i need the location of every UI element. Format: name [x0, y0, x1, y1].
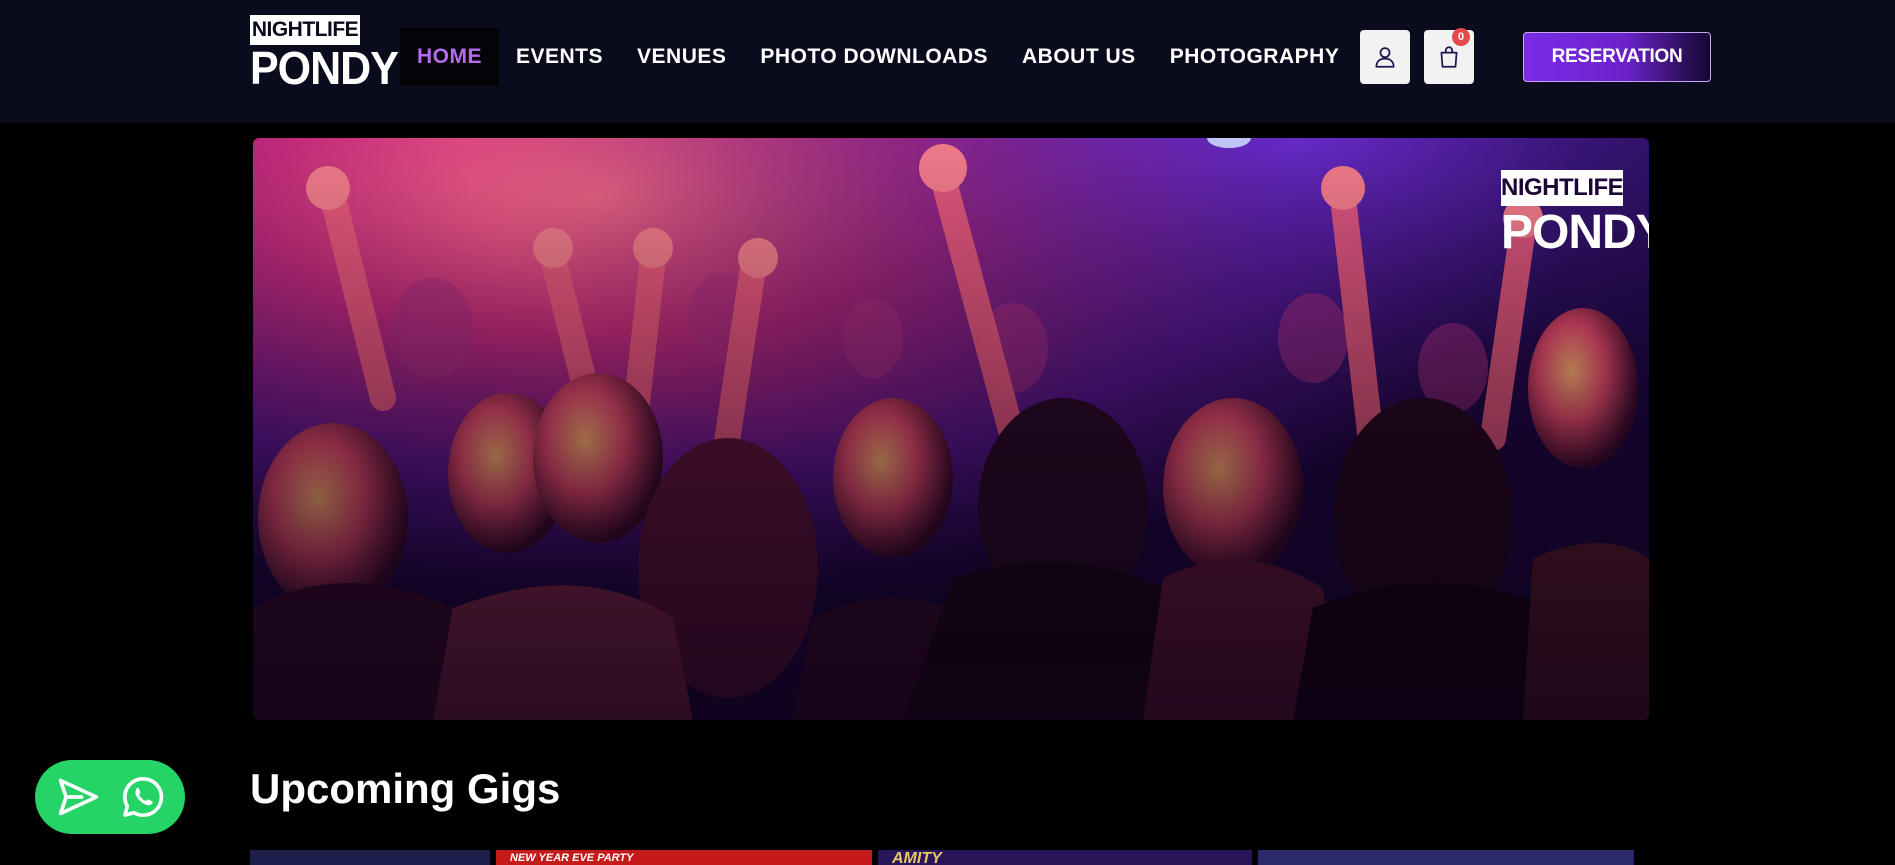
- site-header: NIGHTLIFE PONDY HOME EVENTS VENUES PHOTO…: [0, 0, 1895, 123]
- reservation-button[interactable]: RESERVATION: [1523, 32, 1711, 82]
- logo-bottom-text: PONDY: [250, 43, 399, 95]
- gig-card[interactable]: NEW YEAR EVE PARTY: [496, 850, 872, 865]
- nav-home[interactable]: HOME: [400, 28, 499, 86]
- hero-watermark-logo: NIGHTLIFE PONDY: [1501, 170, 1649, 260]
- gig-card-text: AMITY: [892, 850, 942, 865]
- hero-banner: NIGHTLIFE PONDY: [253, 138, 1649, 720]
- send-button[interactable]: [53, 772, 103, 822]
- upcoming-gigs-strip: NEW YEAR EVE PARTY AMITY: [250, 850, 1640, 865]
- whatsapp-icon: [122, 776, 163, 818]
- site-logo[interactable]: NIGHTLIFE PONDY: [250, 15, 399, 99]
- cart-count-badge: 0: [1452, 28, 1470, 46]
- cart-button[interactable]: 0: [1424, 28, 1474, 84]
- logo-top-text: NIGHTLIFE: [250, 15, 360, 45]
- upcoming-gigs-title: Upcoming Gigs: [250, 765, 561, 812]
- gig-card[interactable]: [250, 850, 490, 865]
- nav-photography[interactable]: PHOTOGRAPHY: [1153, 28, 1357, 86]
- gig-card-text: NEW YEAR EVE PARTY: [510, 852, 634, 864]
- nav-about-us[interactable]: ABOUT US: [1005, 28, 1153, 86]
- hero-party-image: [253, 138, 1649, 720]
- hero-logo-bottom-text: PONDY: [1501, 206, 1649, 259]
- gig-card[interactable]: AMITY: [878, 850, 1252, 865]
- user-icon: [1375, 47, 1395, 68]
- shopping-bag-icon: [1440, 46, 1458, 68]
- gig-card[interactable]: [1258, 850, 1634, 865]
- main-nav: HOME EVENTS VENUES PHOTO DOWNLOADS ABOUT…: [400, 27, 1356, 87]
- account-button[interactable]: [1360, 30, 1410, 84]
- floating-contact-widget: [35, 760, 185, 834]
- nav-venues[interactable]: VENUES: [620, 28, 743, 86]
- nav-photo-downloads[interactable]: PHOTO DOWNLOADS: [743, 28, 1005, 86]
- nav-events[interactable]: EVENTS: [499, 28, 620, 86]
- hero-logo-top-text: NIGHTLIFE: [1501, 170, 1624, 206]
- send-icon: [58, 778, 98, 816]
- whatsapp-button[interactable]: [118, 772, 168, 822]
